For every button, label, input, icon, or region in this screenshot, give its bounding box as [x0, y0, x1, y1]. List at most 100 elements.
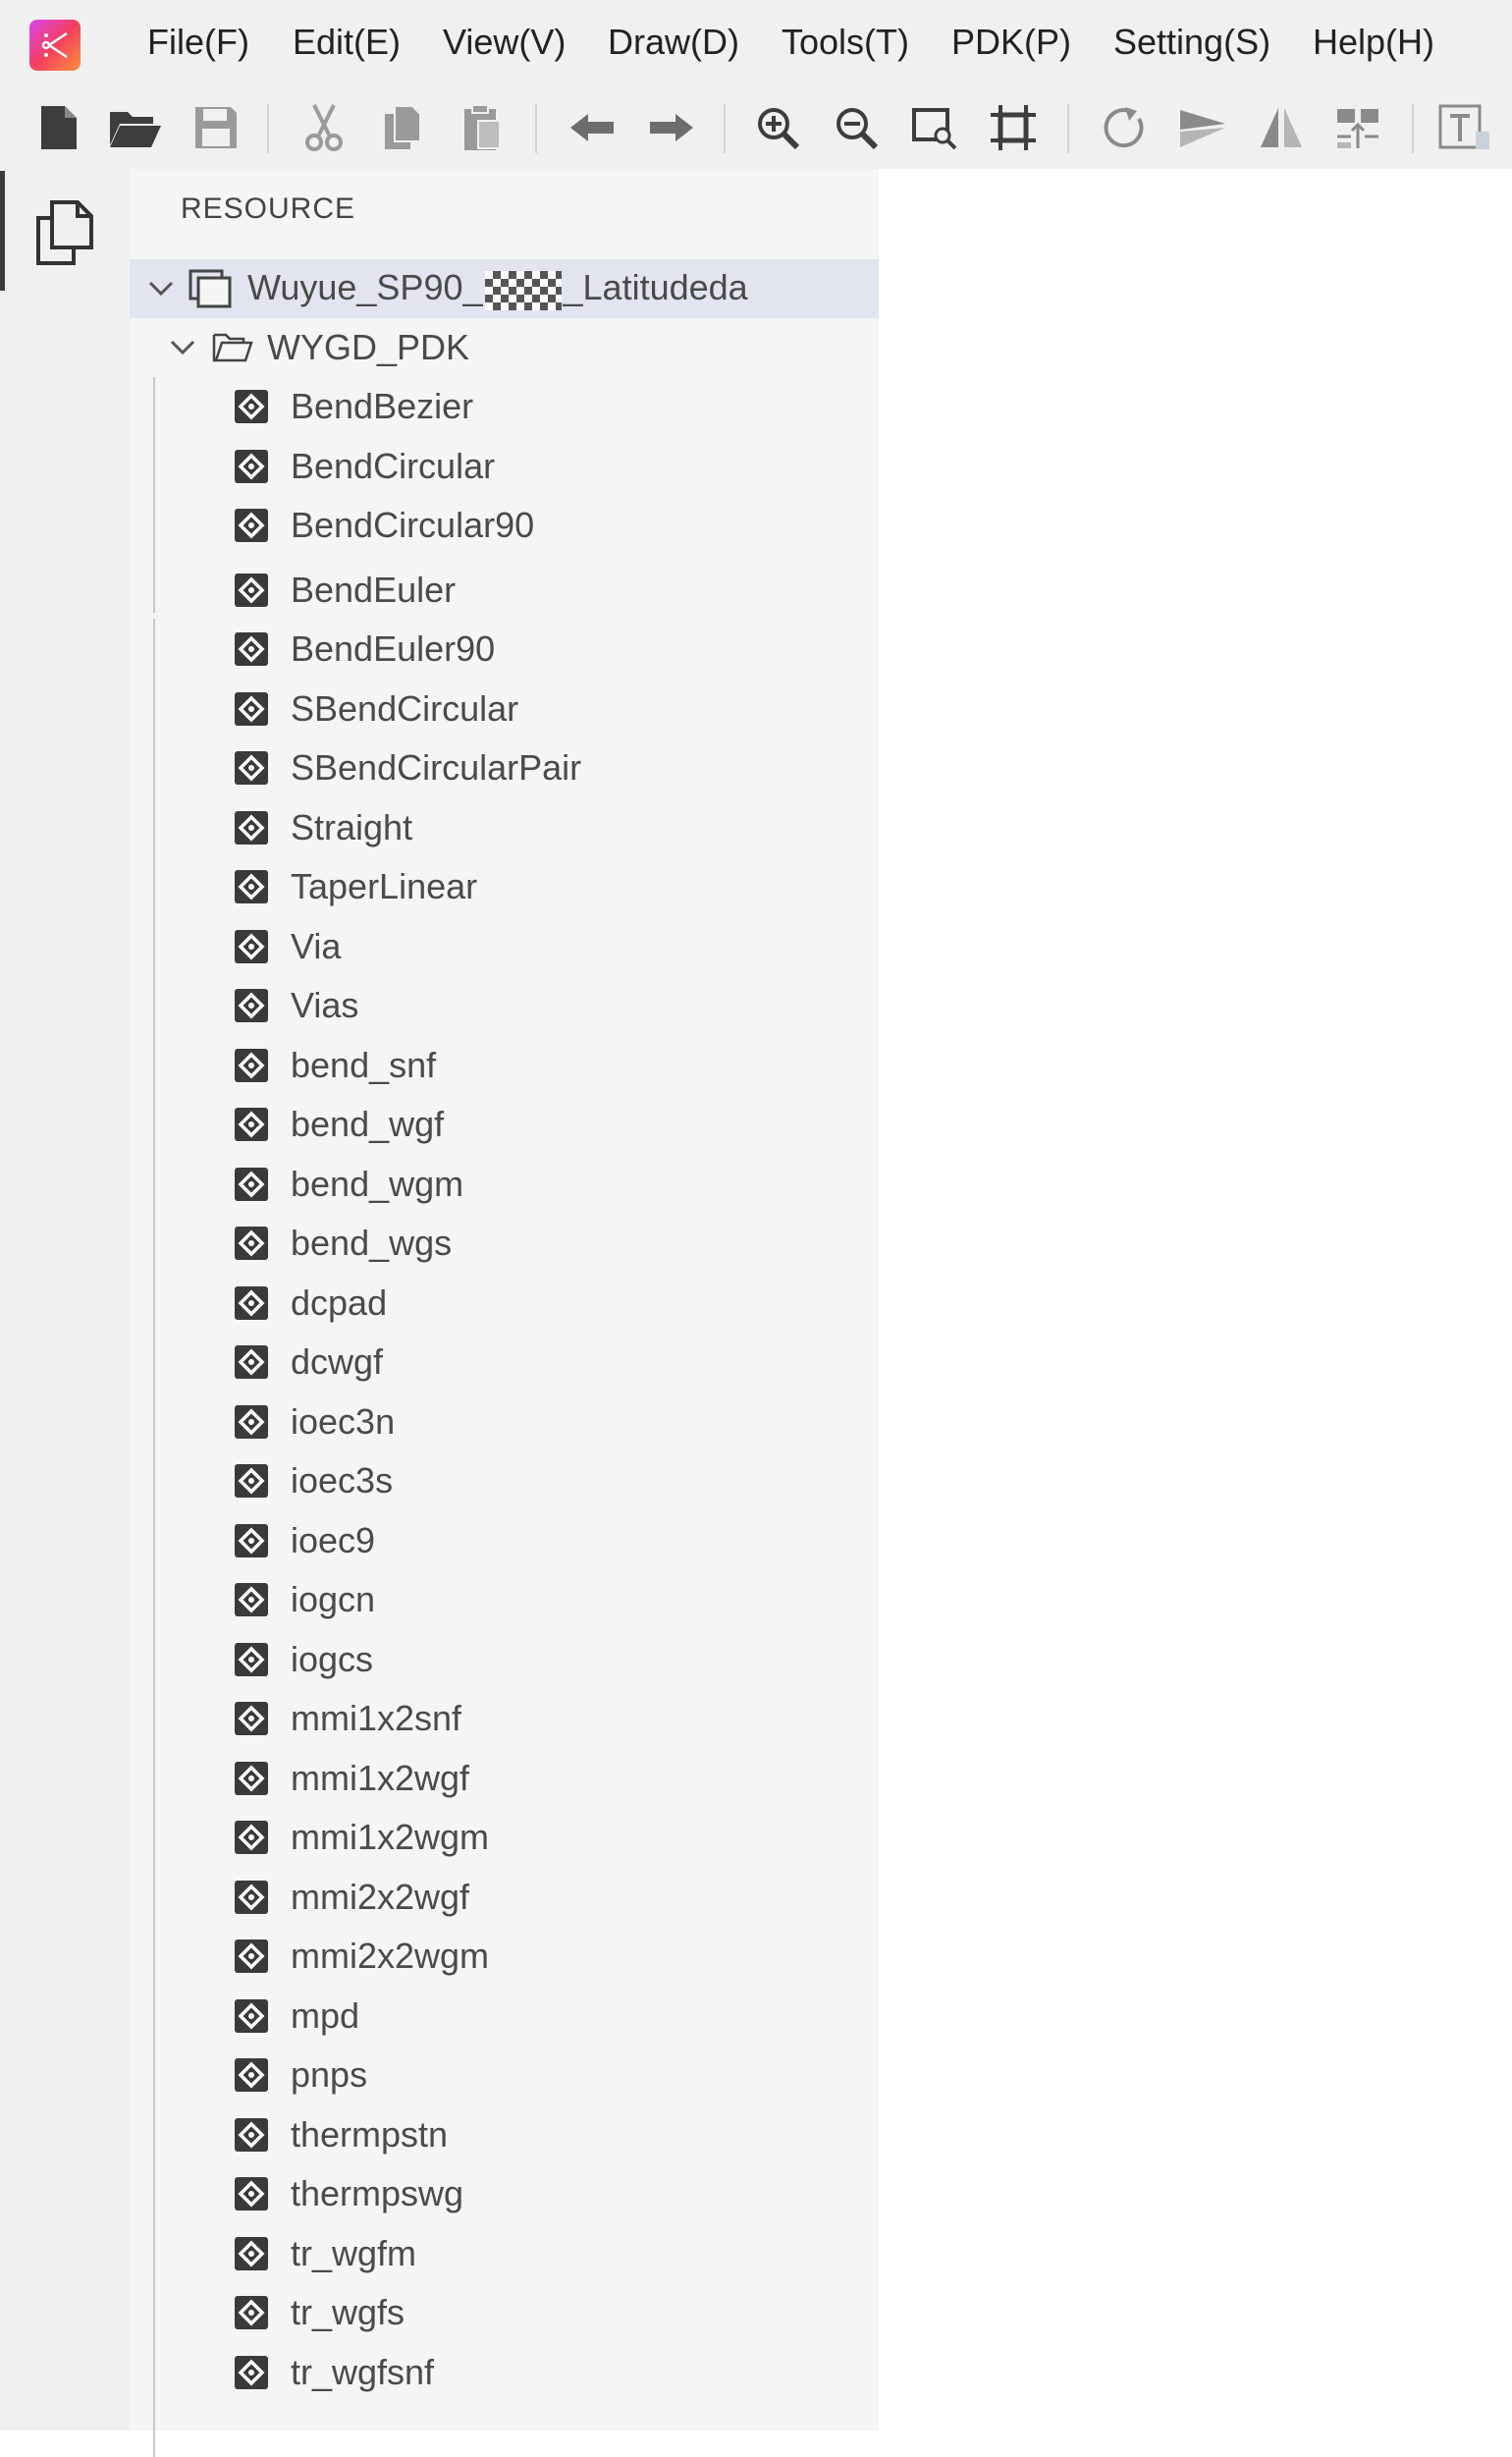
tree-item-row[interactable]: Via	[130, 917, 879, 976]
tree-item-row[interactable]: iogcn	[130, 1570, 879, 1629]
tree-item-label: ioec3n	[291, 1400, 396, 1442]
copy-files-icon[interactable]	[29, 194, 100, 269]
component-icon	[234, 2057, 291, 2093]
tree-item-label: BendBezier	[291, 386, 474, 426]
tree-item-label: dcwgf	[291, 1341, 384, 1382]
cut-icon[interactable]	[297, 100, 351, 155]
tree-item-row[interactable]: pnps	[130, 2046, 879, 2104]
component-icon	[234, 631, 291, 667]
tree-item-row[interactable]: mmi1x2wgm	[130, 1808, 879, 1867]
rotate-icon[interactable]	[1097, 100, 1152, 155]
tree-folder-row[interactable]: WYGD_PDK	[130, 318, 879, 377]
new-file-icon[interactable]	[31, 100, 86, 155]
tree-item-label: mmi2x2wgf	[291, 1876, 470, 1917]
component-icon	[234, 1285, 291, 1321]
tree-item-row[interactable]: TaperLinear	[130, 857, 879, 916]
chevron-down-icon[interactable]	[141, 269, 181, 308]
component-icon	[234, 389, 291, 424]
open-folder-icon[interactable]	[108, 100, 163, 155]
tree-item-row[interactable]: tr_wgfsnf	[130, 2343, 879, 2402]
tree-item-label: BendCircular90	[291, 505, 535, 545]
tree-item-row[interactable]: bend_wgm	[130, 1155, 879, 1214]
redo-icon[interactable]	[643, 100, 698, 155]
component-icon	[234, 750, 291, 786]
tree-item-row[interactable]: Straight	[130, 798, 879, 857]
tree-item-row[interactable]: thermpstn	[130, 2105, 879, 2164]
mirror-icon[interactable]	[1254, 100, 1309, 155]
zoom-window-icon[interactable]	[907, 100, 962, 155]
tree-item-label: bend_wgs	[291, 1223, 453, 1263]
text-icon[interactable]	[1437, 100, 1492, 155]
tree-item-row[interactable]: dcpad	[130, 1274, 879, 1333]
menu-setting[interactable]: Setting(S)	[1113, 16, 1270, 69]
tree-item-label: bend_snf	[291, 1044, 437, 1085]
tree-item-row[interactable]: mmi1x2wgf	[130, 1749, 879, 1808]
component-icon	[234, 1226, 291, 1261]
component-icon	[234, 449, 291, 484]
tree-item-label: mpd	[291, 1994, 360, 2036]
app-logo-icon	[29, 20, 81, 71]
zoom-out-icon[interactable]	[829, 100, 884, 155]
tree-item-row[interactable]: tr_wgfm	[130, 2224, 879, 2283]
tree-item-row[interactable]: dcwgf	[130, 1333, 879, 1392]
menu-tools[interactable]: Tools(T)	[782, 16, 909, 69]
tree-item-row[interactable]: Vias	[130, 976, 879, 1035]
component-icon	[234, 508, 291, 543]
menu-view[interactable]: View(V)	[443, 16, 566, 69]
tree-item-row[interactable]: bend_wgs	[130, 1214, 879, 1273]
component-icon	[234, 1404, 291, 1440]
menu-edit[interactable]: Edit(E)	[293, 16, 401, 69]
tree-item-label: tr_wgfs	[291, 2292, 405, 2332]
project-name-prefix: Wuyue_SP90_	[247, 267, 483, 308]
resource-panel: RESOURCE Wuyue_SP90_ _Latitudeda WYGD_PD…	[130, 169, 879, 2457]
zoom-in-icon[interactable]	[750, 100, 805, 155]
save-icon[interactable]	[189, 100, 243, 155]
tree-item-row[interactable]: BendEuler	[130, 561, 879, 620]
tree-item-row[interactable]: SBendCircularPair	[130, 738, 879, 797]
chevron-down-icon[interactable]	[163, 328, 202, 367]
tree-item-row[interactable]: ioec3s	[130, 1451, 879, 1510]
menu-help[interactable]: Help(H)	[1313, 16, 1434, 69]
menu-bar: File(F) Edit(E) View(V) Draw(D) Tools(T)…	[0, 0, 1512, 88]
tree-item-row[interactable]: SBendCircular	[130, 680, 879, 738]
align-icon[interactable]	[1330, 100, 1385, 155]
component-icon	[234, 988, 291, 1023]
tree-item-label: pnps	[291, 2054, 368, 2095]
tree-item-row[interactable]: iogcs	[130, 1630, 879, 1689]
tree-item-row[interactable]: mmi2x2wgf	[130, 1868, 879, 1927]
tree-item-row[interactable]: mmi1x2snf	[130, 1689, 879, 1748]
menu-file[interactable]: File(F)	[147, 16, 249, 69]
tree-item-row[interactable]: BendBezier	[130, 377, 879, 436]
tree-item-label: iogcn	[291, 1579, 376, 1619]
tree-item-row[interactable]: ioec3n	[130, 1392, 879, 1451]
component-icon	[234, 2236, 291, 2271]
tree-project-row[interactable]: Wuyue_SP90_ _Latitudeda	[130, 259, 879, 318]
tree-item-row[interactable]: bend_snf	[130, 1036, 879, 1095]
tree-item-row[interactable]: tr_wgfs	[130, 2283, 879, 2342]
paste-icon[interactable]	[455, 100, 510, 155]
tree-item-row[interactable]: BendEuler90	[130, 620, 879, 679]
menu-pdk[interactable]: PDK(P)	[951, 16, 1071, 69]
menu-draw[interactable]: Draw(D)	[608, 16, 739, 69]
tree-item-label: dcpad	[291, 1282, 388, 1323]
folder-name: WYGD_PDK	[267, 327, 470, 367]
component-icon	[234, 1938, 291, 1974]
tree-item-row[interactable]: mmi2x2wgm	[130, 1927, 879, 1986]
tree-item-row[interactable]: ioec9	[130, 1511, 879, 1570]
copy-icon[interactable]	[375, 100, 430, 155]
tree-item-row[interactable]: bend_wgf	[130, 1095, 879, 1154]
tree-item-row[interactable]: mpd	[130, 1987, 879, 2046]
tree-item-label: iogcs	[291, 1638, 374, 1679]
tree-item-label: Straight	[291, 806, 413, 847]
tree-item-row[interactable]: BendCircular	[130, 437, 879, 496]
fit-view-icon[interactable]	[986, 100, 1041, 155]
tree-item-row[interactable]: BendCircular90	[130, 496, 879, 555]
component-icon	[234, 1820, 291, 1855]
undo-icon[interactable]	[566, 100, 621, 155]
tree-item-row[interactable]: thermpswg	[130, 2164, 879, 2223]
editor-canvas[interactable]	[879, 169, 1512, 2430]
flip-icon[interactable]	[1175, 100, 1230, 155]
component-icon	[234, 1523, 291, 1558]
component-icon	[234, 1880, 291, 1915]
component-icon	[234, 1463, 291, 1499]
